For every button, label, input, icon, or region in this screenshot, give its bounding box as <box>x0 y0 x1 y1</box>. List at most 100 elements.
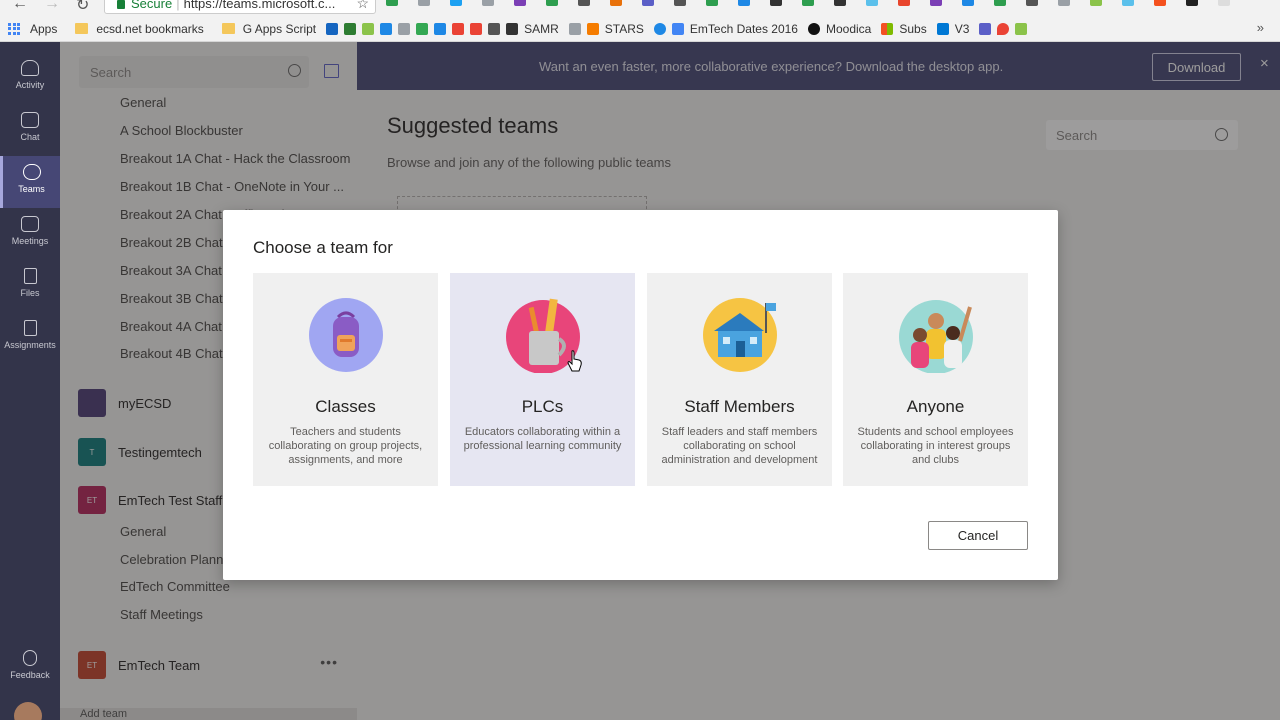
cancel-button[interactable]: Cancel <box>928 521 1028 550</box>
extension-icon[interactable] <box>738 0 750 6</box>
bookmark-label: ecsd.net bookmarks <box>96 21 204 36</box>
card-description: Staff leaders and staff members collabor… <box>661 426 818 466</box>
extension-icon[interactable] <box>482 0 494 6</box>
files-icon <box>23 268 37 284</box>
rail-label: Files <box>20 288 40 298</box>
app-rail: Activity Chat Teams Meetings Files Assig… <box>0 42 60 720</box>
card-title: Staff Members <box>684 397 795 416</box>
rail-meetings[interactable]: Meetings <box>0 208 60 260</box>
bookmark-icon[interactable] <box>398 22 411 35</box>
maps-pin-icon[interactable] <box>997 22 1010 35</box>
bookmark-icon[interactable] <box>326 22 339 35</box>
bookmark-samr[interactable]: SAMR <box>524 22 559 36</box>
extension-icon[interactable] <box>418 0 430 6</box>
extension-icon[interactable] <box>1122 0 1134 6</box>
bookmark-ecsd[interactable]: ecsd.net bookmarks <box>75 21 204 36</box>
card-title: Anyone <box>906 397 965 416</box>
onenote-icon[interactable] <box>930 0 942 6</box>
extension-icon[interactable] <box>578 0 590 6</box>
avatar[interactable] <box>14 702 42 720</box>
twitter-icon[interactable] <box>450 0 462 6</box>
bookmark-icon[interactable] <box>1015 22 1028 35</box>
bookmark-icon[interactable] <box>568 22 581 35</box>
extension-icon[interactable] <box>706 0 718 6</box>
rail-label: Feedback <box>10 670 50 680</box>
bookmark-subs[interactable]: Subs <box>881 22 927 36</box>
rail-label: Teams <box>18 184 45 194</box>
bookmark-icon[interactable] <box>506 22 519 35</box>
extension-icon[interactable] <box>1186 0 1198 6</box>
office-icon[interactable] <box>898 0 910 6</box>
rail-files[interactable]: Files <box>0 260 60 312</box>
rail-chat[interactable]: Chat <box>0 104 60 156</box>
bookmark-v3[interactable]: V3 <box>936 21 970 36</box>
extension-icon[interactable] <box>642 0 654 6</box>
bookmark-emtech-dates[interactable]: EmTech Dates 2016 <box>671 22 798 36</box>
teams-bookmark-icon[interactable] <box>979 22 992 35</box>
drive-icon[interactable] <box>416 22 429 35</box>
rail-feedback[interactable]: Feedback <box>0 642 60 694</box>
bookmark-icon[interactable] <box>380 22 393 35</box>
bookmark-moodica[interactable]: Moodica <box>807 22 871 36</box>
extension-icon[interactable] <box>546 0 558 6</box>
sharepoint-icon <box>936 22 949 35</box>
extension-icon[interactable] <box>866 0 878 6</box>
bookmark-label: Apps <box>30 21 58 36</box>
windows-icon <box>881 22 894 35</box>
bookmark-gapps-script[interactable]: G Apps Script <box>221 22 316 36</box>
bookmark-icon[interactable] <box>586 22 599 35</box>
chat-icon <box>21 112 39 128</box>
bookmark-label: V3 <box>954 21 970 36</box>
team-type-anyone[interactable]: Anyone Students and school employees col… <box>843 273 1028 486</box>
extension-icon[interactable] <box>962 0 974 6</box>
extension-icon[interactable] <box>1218 0 1230 6</box>
bookmark-icon[interactable] <box>470 22 483 35</box>
team-type-classes[interactable]: Classes Teachers and students collaborat… <box>253 273 438 486</box>
bookmark-stars[interactable]: STARS <box>605 22 644 36</box>
lock-icon <box>117 0 125 9</box>
back-arrow-icon[interactable]: ← <box>12 0 28 13</box>
extensions-bar <box>386 0 1230 10</box>
rail-teams[interactable]: Teams <box>0 156 60 208</box>
extension-icon[interactable] <box>1026 0 1038 6</box>
card-description: Educators collaborating within a profess… <box>463 426 622 452</box>
rail-assignments[interactable]: Assignments <box>0 312 60 364</box>
extension-icon[interactable] <box>802 0 814 6</box>
extension-icon[interactable] <box>610 0 622 6</box>
bookmark-icon[interactable] <box>653 22 666 35</box>
extension-icon[interactable] <box>1090 0 1102 6</box>
team-type-staff-members[interactable]: Staff Members Staff leaders and staff me… <box>647 273 832 486</box>
bookmark-icon[interactable] <box>434 22 447 35</box>
bookmark-apps[interactable]: Apps <box>30 22 57 36</box>
extension-icon[interactable] <box>674 0 686 6</box>
extension-icon[interactable] <box>834 0 846 6</box>
choose-team-dialog: Choose a team for Classes Teachers and s… <box>223 210 1058 580</box>
google-icon[interactable] <box>452 22 465 35</box>
extension-icon[interactable] <box>1058 0 1070 6</box>
rail-label: Assignments <box>4 340 56 350</box>
card-title: PLCs <box>521 397 564 416</box>
extension-icon[interactable] <box>770 0 782 6</box>
folder-icon <box>75 23 89 34</box>
card-description: Teachers and students collaborating on g… <box>268 426 423 466</box>
apps-grid-icon <box>8 22 20 35</box>
backpack-icon <box>309 298 383 372</box>
more-bookmarks-icon[interactable]: » <box>1257 20 1264 35</box>
forward-arrow-icon[interactable]: → <box>44 0 60 13</box>
people-group-icon <box>899 300 973 373</box>
dialog-title: Choose a team for <box>253 238 393 257</box>
bookmark-icon[interactable] <box>488 22 501 35</box>
address-bar[interactable]: Secure | https://teams.microsoft.c... ☆ <box>104 0 376 14</box>
bookmark-star-icon[interactable]: ☆ <box>356 0 369 12</box>
rail-activity[interactable]: Activity <box>0 52 60 104</box>
assignments-icon <box>23 320 37 336</box>
extension-icon[interactable] <box>994 0 1006 6</box>
bookmark-icon[interactable] <box>362 22 375 35</box>
bookmark-icon[interactable] <box>344 22 357 35</box>
reload-icon[interactable]: ↻ <box>76 0 89 15</box>
card-description: Students and school employees collaborat… <box>857 426 1014 466</box>
extension-icon[interactable] <box>1154 0 1166 6</box>
extension-icon[interactable] <box>514 0 526 6</box>
extension-icon[interactable] <box>386 0 398 6</box>
team-type-plcs[interactable]: PLCs Educators collaborating within a pr… <box>450 273 635 486</box>
